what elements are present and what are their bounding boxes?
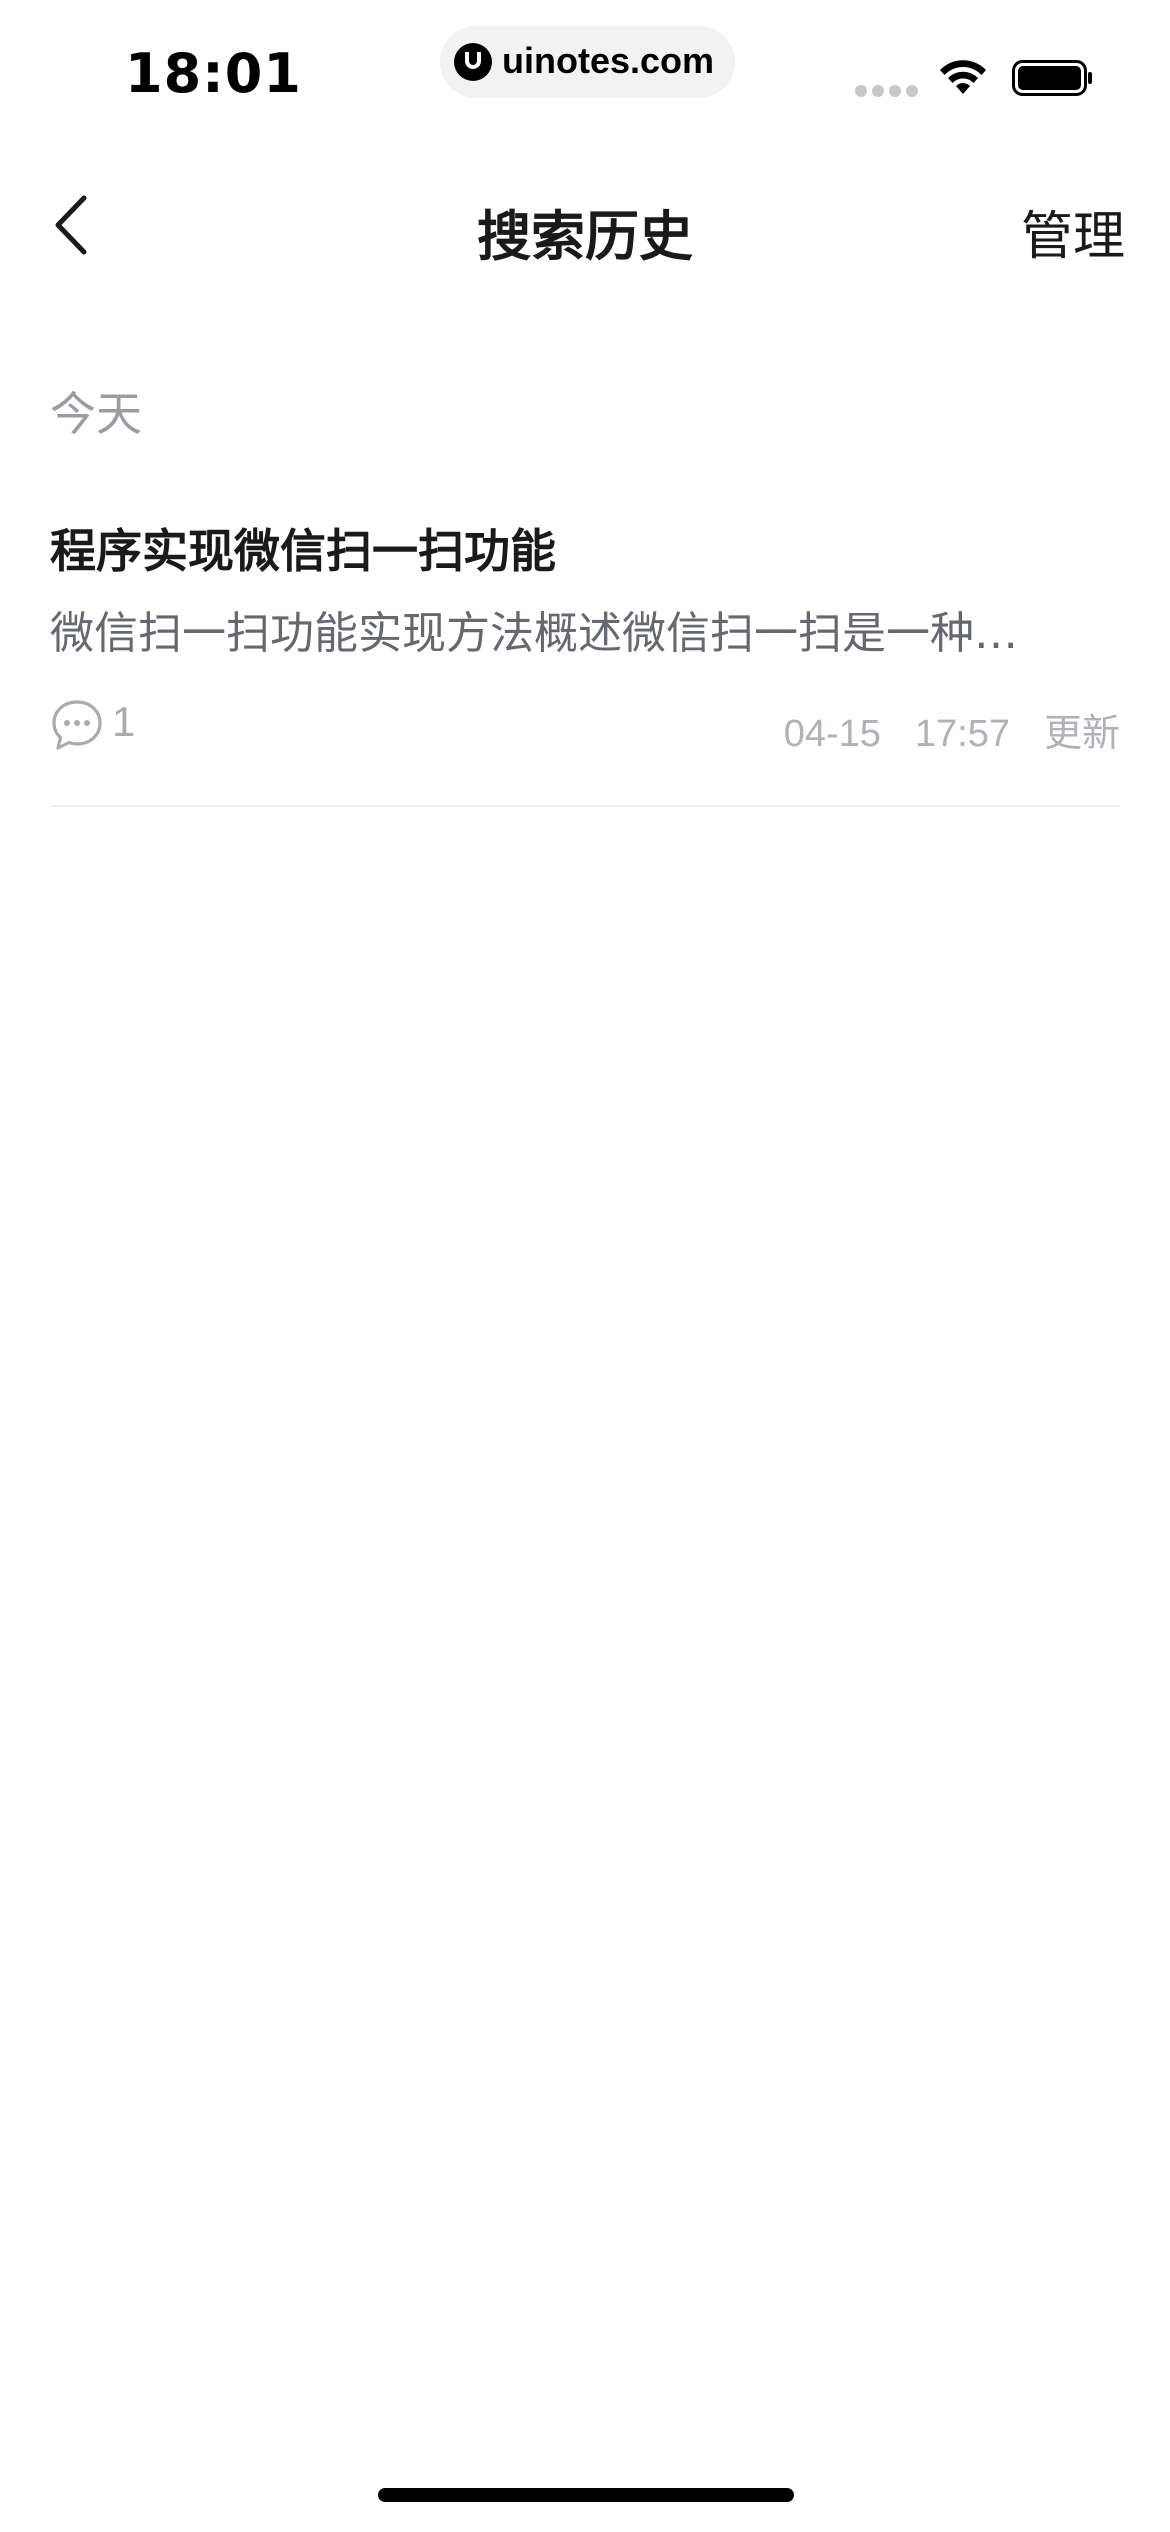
- history-item-title: 程序实现微信扫一扫功能: [50, 524, 556, 578]
- section-header-today: 今天: [50, 387, 142, 441]
- history-item-snippet: 微信扫一扫功能实现方法概述微信扫一扫是一种…: [50, 608, 1018, 659]
- home-indicator[interactable]: [378, 2488, 794, 2502]
- comment-count: 1: [112, 698, 136, 745]
- chevron-left-icon: [55, 195, 87, 255]
- back-button[interactable]: [40, 190, 110, 260]
- comment-icon: [52, 700, 102, 750]
- wifi-icon: [940, 60, 986, 94]
- battery-icon: [1012, 60, 1092, 96]
- status-time: 18:01: [125, 42, 302, 105]
- page-title: 搜索历史: [477, 205, 693, 268]
- navigation-bar: 搜索历史 管理: [0, 150, 1170, 300]
- status-bar: 18:01 uinotes.com: [0, 0, 1170, 150]
- history-item-status: 更新: [1043, 713, 1120, 755]
- history-list-item[interactable]: 程序实现微信扫一扫功能 微信扫一扫功能实现方法概述微信扫一扫是一种… 1 04-…: [50, 505, 1120, 807]
- site-logo-icon: [454, 43, 492, 81]
- history-item-meta: 04-15 17:57 更新: [750, 702, 1120, 757]
- history-item-date: 04-15: [783, 713, 881, 755]
- url-text: uinotes.com: [502, 40, 715, 81]
- cellular-signal-icon: [855, 85, 919, 97]
- manage-button[interactable]: 管理: [1021, 194, 1125, 269]
- history-item-time: 17:57: [914, 713, 1010, 755]
- url-pill[interactable]: uinotes.com: [440, 26, 735, 98]
